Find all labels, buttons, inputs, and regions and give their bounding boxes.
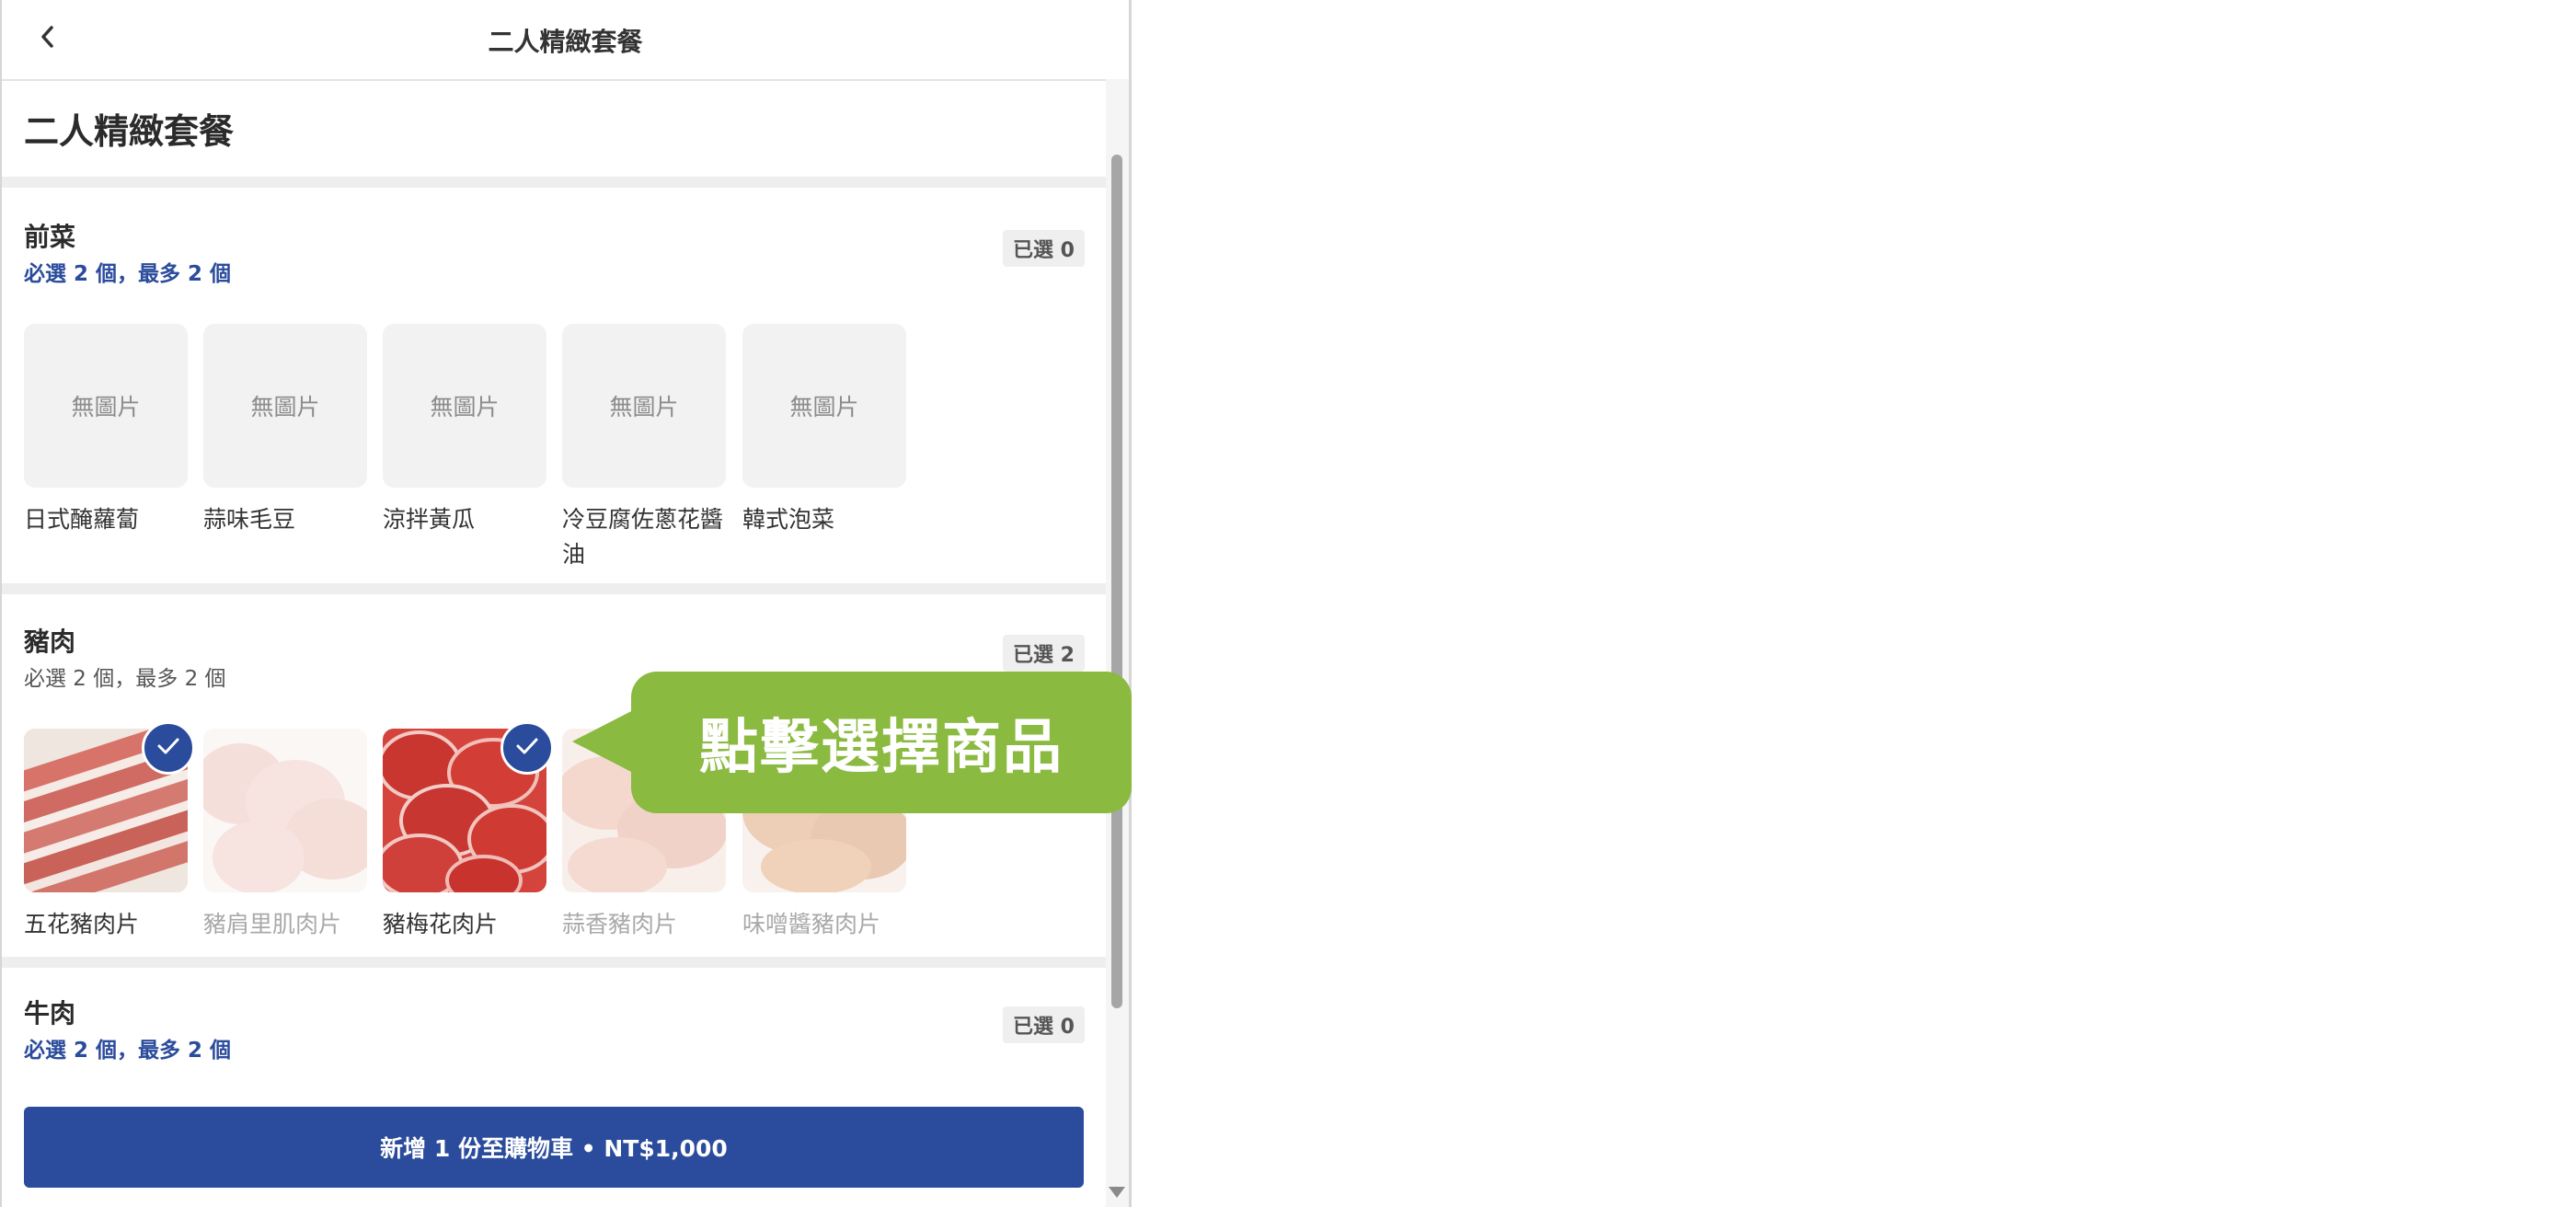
item-name: 蒜香豬肉片 bbox=[562, 911, 678, 937]
item-card[interactable]: 五花豬肉片 bbox=[24, 721, 195, 942]
item-name: 涼拌黃瓜 bbox=[383, 506, 476, 533]
item-name: 豬梅花肉片 bbox=[383, 911, 499, 937]
section-title: 牛肉 bbox=[24, 998, 76, 1029]
add-to-cart-button[interactable]: 新增 1 份至購物車 • NT$1,000 bbox=[24, 1107, 1084, 1188]
scroll-down-arrow-icon[interactable] bbox=[1109, 1187, 1125, 1198]
scrollbar-thumb[interactable] bbox=[1111, 155, 1122, 1008]
item-card[interactable]: 豬肩里肌肉片 bbox=[203, 729, 367, 942]
section-divider bbox=[2, 583, 1106, 594]
item-thumbnail: 無圖片 bbox=[24, 324, 188, 488]
item-thumbnail bbox=[203, 729, 367, 892]
pork-shoulder-image bbox=[203, 729, 367, 892]
selected-count-badge: 已選 0 bbox=[1003, 230, 1085, 267]
section-rule: 必選 2 個，最多 2 個 bbox=[24, 667, 226, 691]
bottom-action-bar: 新增 1 份至購物車 • NT$1,000 bbox=[2, 1088, 1106, 1207]
item-card[interactable]: 無圖片 冷豆腐佐蔥花醬油 bbox=[562, 324, 726, 572]
section-divider bbox=[2, 177, 1106, 188]
selected-check-badge bbox=[500, 721, 554, 775]
selected-count-badge: 已選 0 bbox=[1003, 1006, 1085, 1043]
item-thumbnail: 無圖片 bbox=[383, 324, 546, 488]
item-card[interactable]: 無圖片 日式醃蘿蔔 bbox=[24, 324, 188, 537]
page-title: 二人精緻套餐 bbox=[24, 111, 235, 152]
section-divider bbox=[2, 957, 1106, 968]
check-icon bbox=[156, 737, 180, 759]
selected-count-badge: 已選 2 bbox=[1003, 635, 1085, 672]
top-bar: 二人精緻套餐 bbox=[2, 0, 1129, 81]
no-image-text: 無圖片 bbox=[250, 394, 320, 420]
section-rule: 必選 2 個，最多 2 個 bbox=[24, 1039, 232, 1063]
item-thumbnail: 無圖片 bbox=[742, 324, 906, 488]
section-rule: 必選 2 個，最多 2 個 bbox=[24, 262, 232, 286]
no-image-text: 無圖片 bbox=[71, 394, 141, 420]
item-name: 五花豬肉片 bbox=[24, 911, 140, 937]
check-icon bbox=[515, 737, 539, 759]
no-image-text: 無圖片 bbox=[609, 394, 679, 420]
item-name: 蒜味毛豆 bbox=[203, 506, 296, 533]
item-thumbnail: 無圖片 bbox=[562, 324, 726, 488]
instruction-callout: 點擊選擇商品 bbox=[631, 672, 1132, 813]
item-name: 冷豆腐佐蔥花醬油 bbox=[562, 506, 724, 568]
no-image-text: 無圖片 bbox=[430, 394, 500, 420]
header-title: 二人精緻套餐 bbox=[488, 27, 643, 57]
item-card[interactable]: 無圖片 韓式泡菜 bbox=[742, 324, 906, 537]
item-thumbnail: 無圖片 bbox=[203, 324, 367, 488]
item-card[interactable]: 豬梅花肉片 bbox=[383, 721, 554, 942]
no-image-text: 無圖片 bbox=[789, 394, 859, 420]
section-title: 前菜 bbox=[24, 222, 76, 252]
item-name: 日式醃蘿蔔 bbox=[24, 506, 140, 533]
item-name: 韓式泡菜 bbox=[742, 506, 835, 533]
callout-pointer bbox=[572, 708, 637, 775]
section-title: 豬肉 bbox=[24, 626, 76, 657]
item-card[interactable]: 無圖片 涼拌黃瓜 bbox=[383, 324, 546, 537]
item-name: 味噌醬豬肉片 bbox=[742, 911, 881, 937]
item-name: 豬肩里肌肉片 bbox=[203, 911, 342, 937]
selected-check-badge bbox=[142, 721, 195, 775]
item-card[interactable]: 無圖片 蒜味毛豆 bbox=[203, 324, 367, 537]
menu-panel: 二人精緻套餐 二人精緻套餐 前菜 必選 2 個，最多 2 個 已選 0 無圖片 … bbox=[0, 0, 1132, 1207]
